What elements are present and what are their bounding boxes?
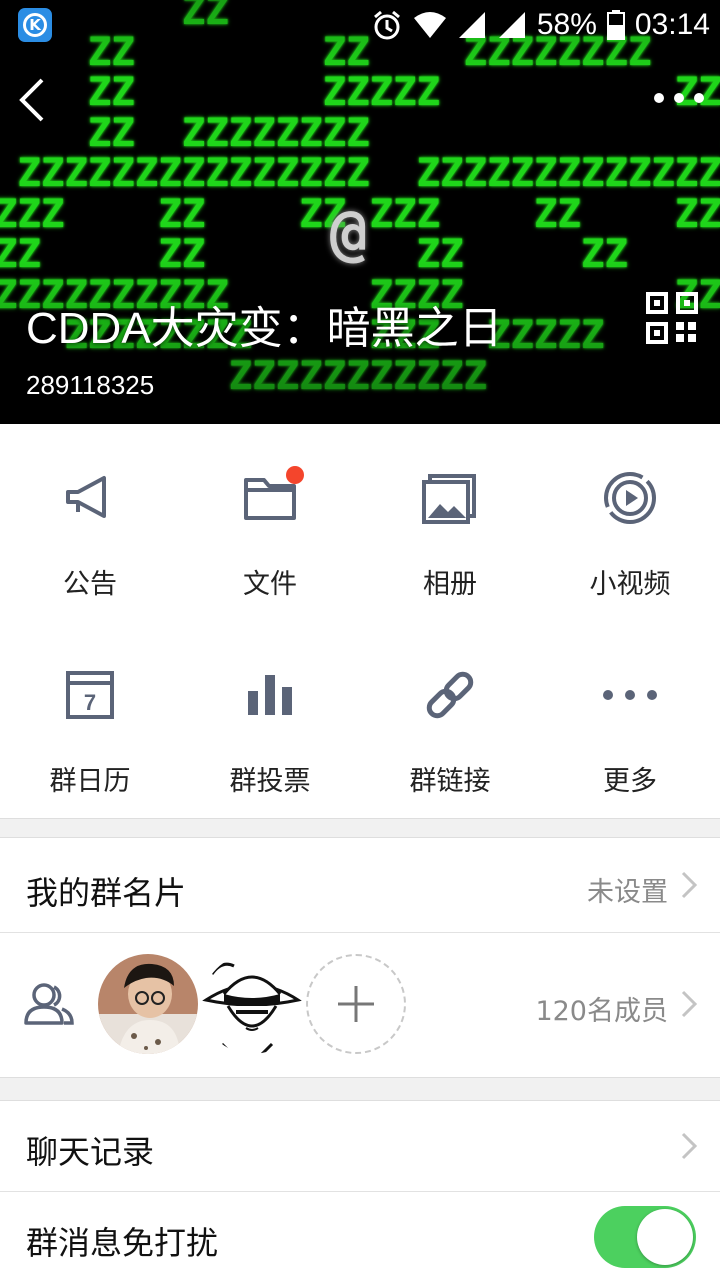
member-avatar[interactable] [202,954,302,1054]
feature-label: 更多 [603,766,657,797]
chat-history-row[interactable]: 聊天记录 [0,1101,720,1191]
alarm-icon [373,10,400,40]
chevron-right-icon [681,1132,698,1160]
album-icon [422,474,476,524]
group-id: 289118325 [26,370,155,400]
status-bar: K 58% 03:14 [0,0,720,50]
poll-icon [248,675,292,715]
my-group-card-label: 我的群名片 [26,874,187,912]
back-icon[interactable] [14,74,58,126]
do-not-disturb-label: 群消息免打扰 [26,1224,219,1262]
feature-album[interactable]: 相册 [360,424,540,621]
unread-badge [286,466,304,484]
plus-icon [338,986,374,1022]
feature-label: 公告 [63,569,117,600]
my-group-card-row[interactable]: 我的群名片 未设置 [0,838,720,932]
video-icon [604,472,656,524]
toggle-knob [637,1209,693,1265]
feature-poll[interactable]: 群投票 [180,621,360,818]
members-icon [24,983,74,1025]
header-shade [0,0,720,424]
feature-announcement[interactable]: 公告 [0,424,180,621]
megaphone-icon [66,476,106,518]
member-avatar[interactable] [98,954,198,1054]
link-icon [426,671,474,719]
section-separator [0,1077,720,1101]
group-header-banner: ZZ ZZ ZZ ZZZZZZZZ ZZ ZZ ZZZZZ ZZZZZ ZZ Z… [0,0,720,424]
calendar-icon: 7 [66,671,114,719]
group-title: CDDA大灾变：暗黑之日 [26,304,503,353]
battery-icon [606,10,625,40]
feature-files[interactable]: 文件 [180,424,360,621]
my-group-card-value: 未设置 [587,877,668,908]
feature-grid: 公告 文件 相册 小视频 7 群日历 群投票 群链接 更多 [0,424,720,818]
do-not-disturb-toggle[interactable] [594,1206,696,1268]
more-icon [603,690,657,700]
feature-short-video[interactable]: 小视频 [540,424,720,621]
add-member-button[interactable] [306,954,406,1054]
clock: 03:14 [634,8,710,41]
signal-icon [458,12,485,38]
chevron-right-icon [681,871,698,899]
more-options-icon[interactable] [652,80,706,116]
feature-more[interactable]: 更多 [540,621,720,818]
feature-label: 小视频 [589,569,671,600]
chevron-right-icon [681,990,698,1018]
feature-label: 群投票 [229,766,311,797]
member-count: 120名成员 [535,996,668,1027]
qr-code-icon[interactable] [646,292,698,344]
feature-calendar[interactable]: 7 群日历 [0,621,180,818]
battery-percent: 58% [536,8,597,41]
feature-label: 群链接 [409,766,491,797]
calendar-day: 7 [84,690,96,715]
signal-icon [498,12,525,38]
wifi-icon [413,12,446,38]
feature-label: 文件 [243,569,297,600]
app-notification-icon: K [18,8,52,42]
feature-label: 群日历 [49,766,131,797]
section-separator [0,818,720,838]
feature-link[interactable]: 群链接 [360,621,540,818]
feature-label: 相册 [423,569,477,600]
chat-history-label: 聊天记录 [26,1133,155,1171]
